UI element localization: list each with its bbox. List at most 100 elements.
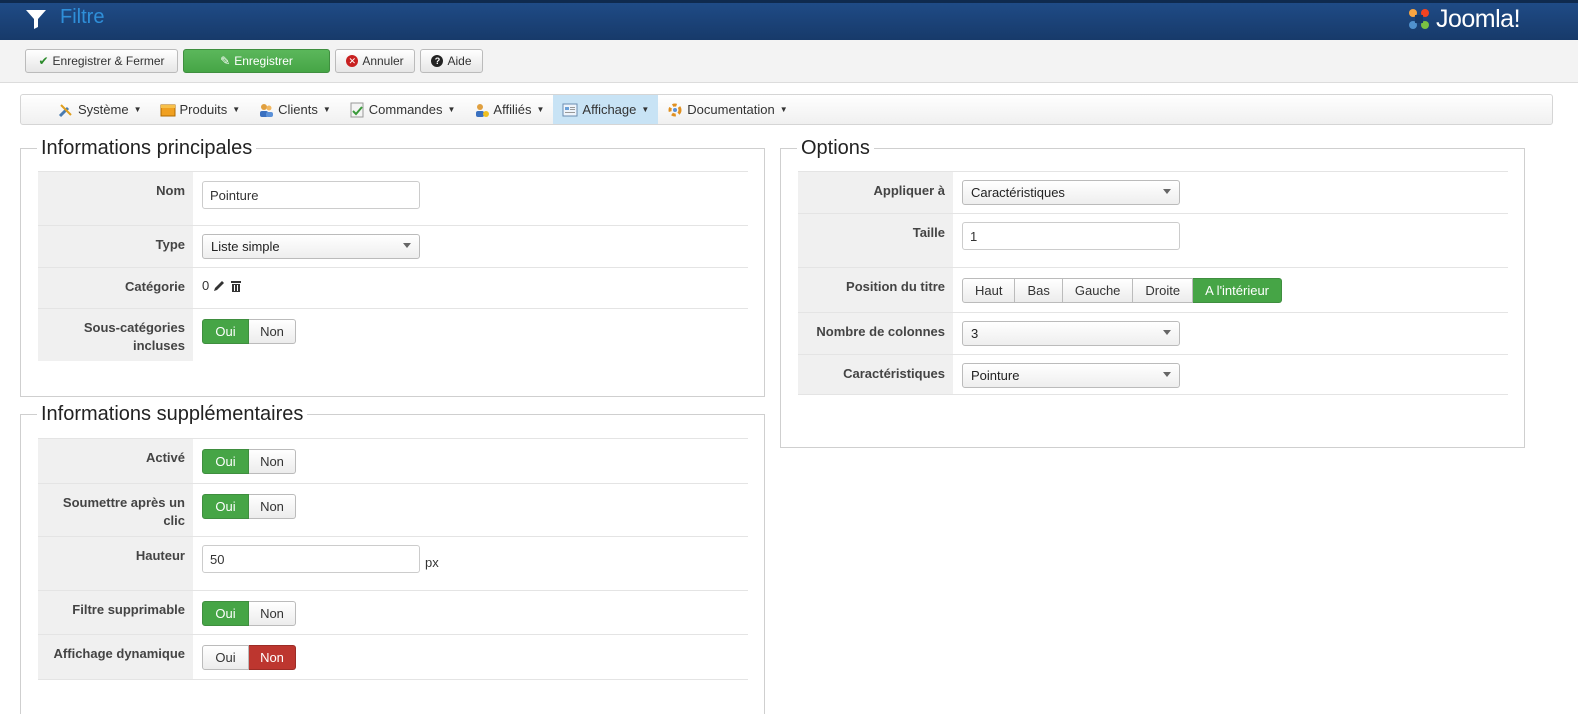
- title-position-droite[interactable]: Droite: [1133, 278, 1194, 303]
- help-button[interactable]: ? Aide: [420, 49, 483, 73]
- options-legend: Options: [797, 137, 874, 159]
- trash-icon[interactable]: [229, 279, 243, 293]
- type-label: Type: [38, 226, 193, 267]
- menu-item-commandes[interactable]: Commandes ▼: [340, 95, 465, 124]
- menu-item-produits[interactable]: Produits ▼: [151, 95, 250, 124]
- title-position-group: Haut Bas Gauche Droite A l'intérieur: [962, 278, 1283, 303]
- subcategories-toggle: Oui Non: [202, 319, 296, 344]
- dynamic-toggle: Oui Non: [202, 645, 296, 670]
- subcategories-row: Sous-catégories incluses Oui Non: [38, 308, 748, 361]
- title-position-gauche[interactable]: Gauche: [1062, 278, 1134, 303]
- submit-row: Soumettre après un clic Oui Non: [38, 483, 748, 536]
- chevron-down-icon: [1163, 330, 1171, 335]
- columns-select-value: 3: [971, 326, 979, 341]
- menu-item-documentation[interactable]: Documentation ▼: [658, 95, 796, 124]
- cancel-icon: ✕: [346, 55, 359, 67]
- caret-down-icon: ▼: [232, 105, 241, 114]
- height-input[interactable]: 50: [202, 545, 420, 573]
- display-icon: [562, 103, 578, 116]
- characteristics-select-value: Pointure: [971, 368, 1020, 383]
- submit-yes[interactable]: Oui: [202, 494, 249, 519]
- menu-label: Commandes: [368, 102, 443, 117]
- options-panel: Options Appliquer à Caractéristiques Tai…: [780, 137, 1525, 448]
- height-row: Hauteur 50 px: [38, 536, 748, 590]
- menu-item-clients[interactable]: Clients ▼: [249, 95, 340, 124]
- submit-toggle: Oui Non: [202, 494, 296, 519]
- caret-down-icon: ▼: [447, 105, 456, 114]
- top-header: Filtre Joomla!: [0, 0, 1578, 40]
- submit-label: Soumettre après un clic: [38, 484, 193, 536]
- joomla-logo-icon: [1409, 9, 1429, 29]
- affiliates-icon: [476, 103, 490, 117]
- category-row: Catégorie 0: [38, 267, 748, 308]
- joomla-logo: Joomla!: [1406, 3, 1521, 35]
- active-no[interactable]: Non: [249, 449, 296, 474]
- extra-info-panel: Informations supplémentaires Activé Oui …: [20, 403, 765, 714]
- menu-label: Produits: [179, 102, 228, 117]
- cancel-button[interactable]: ✕ Annuler: [335, 49, 415, 73]
- save-button[interactable]: ✎ Enregistrer: [183, 49, 330, 73]
- pencil-icon[interactable]: [212, 279, 226, 293]
- menu-item-systeme[interactable]: Système ▼: [49, 95, 151, 124]
- title-position-row: Position du titre Haut Bas Gauche Droite…: [798, 267, 1508, 312]
- characteristics-row: Caractéristiques Pointure: [798, 354, 1508, 395]
- box-icon: [160, 104, 175, 116]
- save-label: Enregistrer: [234, 54, 293, 68]
- type-row: Type Liste simple: [38, 225, 748, 267]
- category-value: 0: [202, 278, 210, 293]
- menu-label: Affiliés: [493, 102, 532, 117]
- active-yes[interactable]: Oui: [202, 449, 249, 474]
- cancel-label: Annuler: [362, 54, 404, 68]
- main-info-panel: Informations principales Nom Pointure Ty…: [20, 137, 765, 397]
- active-toggle: Oui Non: [202, 449, 296, 474]
- menu-label: Clients: [278, 102, 318, 117]
- chevron-down-icon: [403, 243, 411, 248]
- name-input[interactable]: Pointure: [202, 181, 420, 209]
- chevron-down-icon: [1163, 189, 1171, 194]
- title-position-haut[interactable]: Haut: [962, 278, 1016, 303]
- removable-label: Filtre supprimable: [38, 591, 193, 634]
- subcategories-yes[interactable]: Oui: [202, 319, 249, 344]
- extra-info-legend: Informations supplémentaires: [37, 403, 308, 425]
- active-label: Activé: [38, 439, 193, 483]
- apply-select[interactable]: Caractéristiques: [962, 180, 1180, 205]
- help-icon: ?: [431, 55, 444, 67]
- dynamic-yes[interactable]: Oui: [202, 645, 249, 670]
- active-row: Activé Oui Non: [38, 438, 748, 483]
- caret-down-icon: ▼: [133, 105, 142, 114]
- dynamic-no[interactable]: Non: [249, 645, 296, 670]
- apply-row: Appliquer à Caractéristiques: [798, 171, 1508, 213]
- columns-row: Nombre de colonnes 3: [798, 312, 1508, 354]
- columns-select[interactable]: 3: [962, 321, 1180, 346]
- removable-toggle: Oui Non: [202, 601, 296, 626]
- title-position-label: Position du titre: [798, 268, 953, 312]
- action-toolbar: ✔ Enregistrer & Fermer ✎ Enregistrer ✕ A…: [0, 40, 1578, 83]
- removable-row: Filtre supprimable Oui Non: [38, 590, 748, 634]
- size-label: Taille: [798, 214, 953, 267]
- edit-icon: ✎: [220, 54, 231, 68]
- page-title: Filtre: [60, 6, 105, 28]
- main-menu: Système ▼ Produits ▼ Clients ▼ Commandes ▼ A…: [20, 94, 1553, 125]
- type-select[interactable]: Liste simple: [202, 234, 420, 259]
- size-input[interactable]: 1: [962, 222, 1180, 250]
- menu-item-affichage[interactable]: Affichage ▼: [553, 95, 659, 124]
- filter-icon: [26, 10, 46, 29]
- removable-yes[interactable]: Oui: [202, 601, 249, 626]
- characteristics-label: Caractéristiques: [798, 355, 953, 394]
- apply-label: Appliquer à: [798, 172, 953, 213]
- caret-down-icon: ▼: [536, 105, 545, 114]
- title-position-interieur[interactable]: A l'intérieur: [1193, 278, 1283, 303]
- characteristics-select[interactable]: Pointure: [962, 363, 1180, 388]
- documentation-icon: [668, 103, 682, 116]
- submit-no[interactable]: Non: [249, 494, 296, 519]
- subcategories-no[interactable]: Non: [249, 319, 296, 344]
- title-position-bas[interactable]: Bas: [1015, 278, 1063, 303]
- subcategories-label: Sous-catégories incluses: [38, 309, 193, 361]
- check-icon: ✔: [38, 54, 49, 68]
- menu-label: Affichage: [582, 102, 637, 117]
- save-close-button[interactable]: ✔ Enregistrer & Fermer: [25, 49, 178, 73]
- help-label: Aide: [447, 54, 472, 68]
- dynamic-row: Affichage dynamique Oui Non: [38, 634, 748, 680]
- menu-item-affilies[interactable]: Affiliés ▼: [464, 95, 553, 124]
- removable-no[interactable]: Non: [249, 601, 296, 626]
